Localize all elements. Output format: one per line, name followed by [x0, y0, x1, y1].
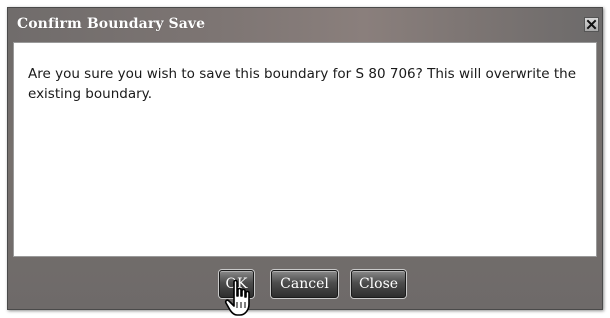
close-icon[interactable]: [584, 17, 599, 32]
ok-button[interactable]: OK: [219, 270, 254, 298]
dialog-message: Are you sure you wish to save this bound…: [28, 66, 577, 102]
close-button[interactable]: Close: [351, 270, 406, 298]
dialog-footer: OK Cancel Close: [8, 260, 602, 309]
dialog-title: Confirm Boundary Save: [17, 16, 206, 32]
dialog-content: Are you sure you wish to save this bound…: [13, 42, 597, 257]
confirm-boundary-save-dialog: Confirm Boundary Save Are you sure you w…: [7, 7, 603, 310]
cancel-button[interactable]: Cancel: [271, 270, 338, 298]
dialog-titlebar: Confirm Boundary Save: [8, 8, 602, 42]
